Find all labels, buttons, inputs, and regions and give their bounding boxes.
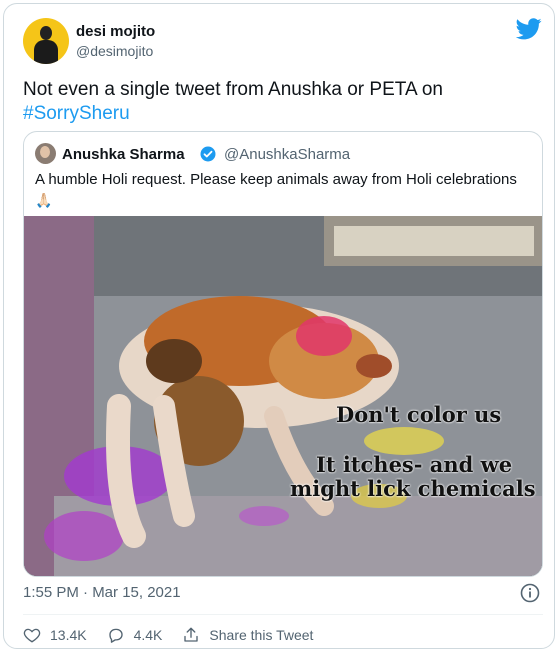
action-bar: 13.4K 4.4K Share this Tweet bbox=[23, 624, 333, 646]
quoted-display-name[interactable]: Anushka Sharma bbox=[62, 146, 185, 163]
tweet-text: Not even a single tweet from Anushka or … bbox=[23, 78, 533, 126]
divider bbox=[23, 614, 543, 615]
quoted-tweet[interactable]: Anushka Sharma @AnushkaSharma A humble H… bbox=[23, 131, 543, 577]
hashtag-link[interactable]: #SorrySheru bbox=[23, 102, 533, 126]
image-caption-line: Don't color us bbox=[336, 402, 502, 427]
quoted-photo[interactable]: Don't color us It itches- and we might l… bbox=[24, 216, 542, 576]
image-caption-line: It itches- and we bbox=[316, 452, 513, 477]
folded-hands-emoji: 🙏🏻 bbox=[35, 192, 53, 208]
info-icon[interactable] bbox=[520, 583, 540, 603]
author-display-name[interactable]: desi mojito bbox=[76, 23, 155, 40]
share-label: Share this Tweet bbox=[209, 627, 314, 643]
tweet-timestamp[interactable]: 1:55 PM · Mar 15, 2021 bbox=[23, 584, 181, 601]
like-count: 13.4K bbox=[50, 627, 87, 643]
verified-badge-icon bbox=[200, 146, 216, 162]
avatar-figure-head bbox=[40, 26, 52, 40]
tweet-card: desi mojito @desimojito Not even a singl… bbox=[3, 3, 555, 649]
quoted-text: A humble Holi request. Please keep anima… bbox=[35, 171, 517, 188]
dogs-photo-illustration bbox=[24, 216, 542, 576]
avatar-figure-torso bbox=[34, 40, 58, 64]
avatar[interactable] bbox=[23, 18, 69, 64]
heart-icon bbox=[23, 628, 41, 643]
reply-icon bbox=[108, 628, 123, 643]
quoted-avatar[interactable] bbox=[35, 143, 56, 164]
image-caption-line: might lick chemicals bbox=[290, 476, 536, 501]
twitter-bird-icon[interactable] bbox=[516, 18, 542, 40]
reply-count: 4.4K bbox=[133, 627, 163, 643]
tweet-body: Not even a single tweet from Anushka or … bbox=[23, 79, 443, 100]
reply-button[interactable]: 4.4K bbox=[107, 626, 163, 644]
share-button[interactable]: Share this Tweet bbox=[182, 626, 313, 644]
author-handle[interactable]: @desimojito bbox=[76, 43, 153, 59]
share-icon bbox=[184, 627, 199, 642]
quoted-handle[interactable]: @AnushkaSharma bbox=[224, 146, 350, 163]
like-button[interactable]: 13.4K bbox=[23, 626, 87, 644]
